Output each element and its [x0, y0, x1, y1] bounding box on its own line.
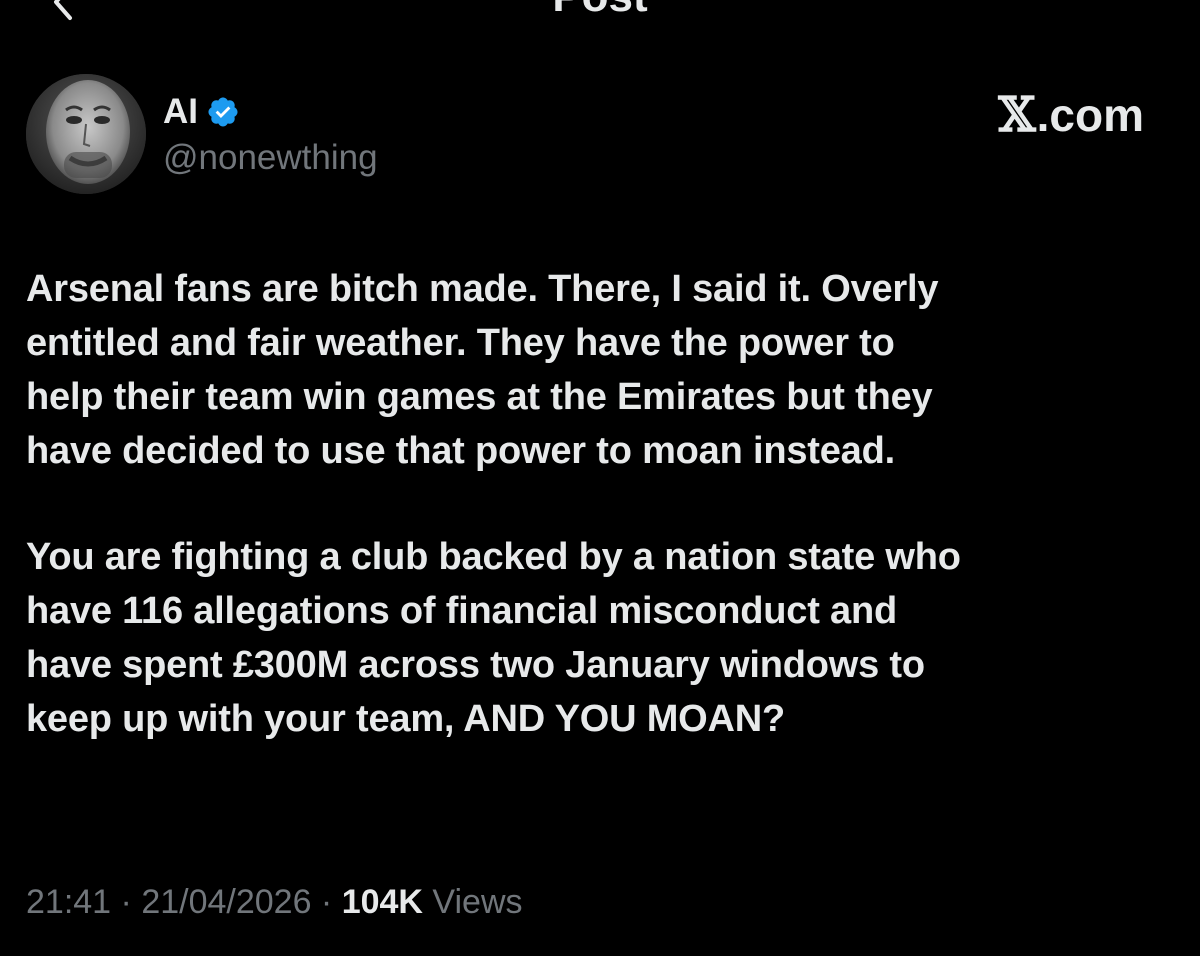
x-logo-icon: 𝕏	[998, 87, 1036, 143]
post-time[interactable]: 21:41	[26, 883, 111, 921]
views-count[interactable]: 104K	[342, 883, 423, 921]
page-title: Post	[0, 0, 1200, 24]
author-name-row[interactable]: AI	[163, 90, 240, 134]
post-meta: 21:41 · 21/04/2026 · 104K Views	[26, 878, 523, 926]
post-date[interactable]: 21/04/2026	[141, 883, 311, 921]
verified-badge-icon	[206, 95, 240, 129]
post-text: Arsenal fans are bitch made. There, I sa…	[26, 262, 1176, 798]
top-bar: Post	[0, 0, 1200, 40]
meta-separator: ·	[311, 883, 342, 921]
post-paragraph: Arsenal fans are bitch made. There, I sa…	[26, 268, 939, 472]
display-name[interactable]: AI	[163, 92, 198, 132]
meta-separator: ·	[111, 883, 142, 921]
views-label: Views	[422, 883, 523, 921]
brand-suffix: .com	[1036, 89, 1144, 141]
brand-watermark: 𝕏 .com	[998, 90, 1144, 140]
author-handle[interactable]: @nonewthing	[163, 138, 378, 178]
post-paragraph: You are fighting a club backed by a nati…	[26, 536, 961, 740]
avatar[interactable]	[26, 74, 146, 194]
